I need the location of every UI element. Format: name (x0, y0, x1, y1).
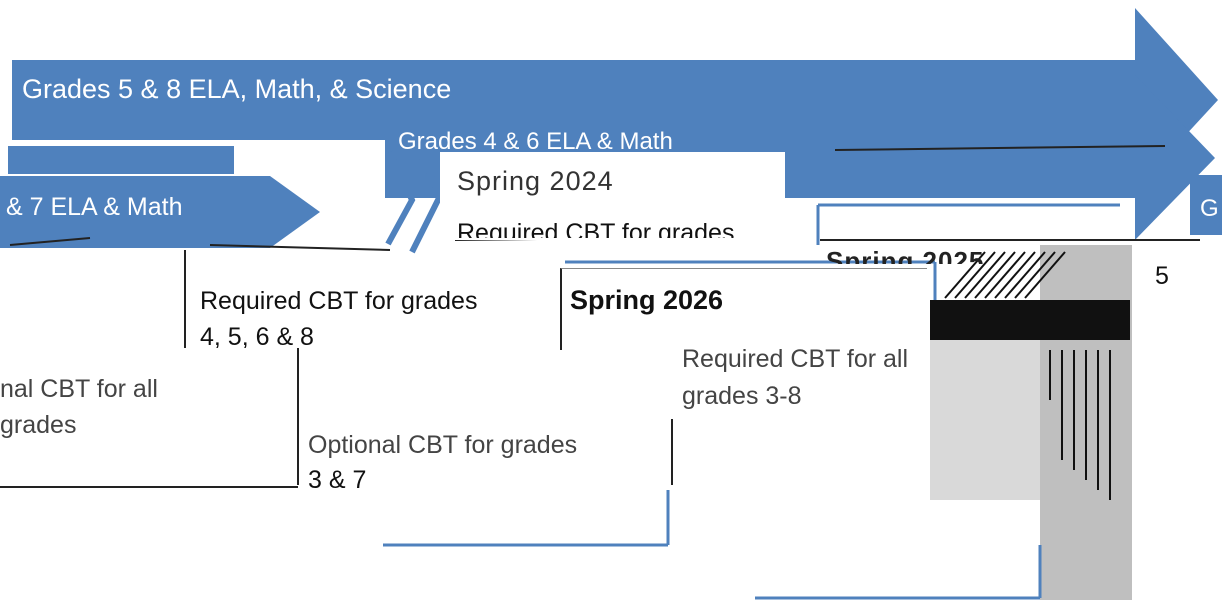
card-title-spring-2024: Spring 2024 (457, 166, 614, 196)
card-optional-all: nal CBT for all grades (0, 350, 296, 485)
card-text-optional-37-line2: 3 & 7 (308, 466, 367, 494)
card-text-required-4568-line1: Required CBT for grades (200, 287, 478, 315)
card-text-optional-all-line2: grades (0, 411, 77, 439)
card-required-4568: Required CBT for grades 4, 5, 6 & 8 (190, 270, 550, 348)
arrow-grades-3-7-top (8, 146, 234, 174)
card-text-spring-2026-line1: Required CBT for all (682, 345, 909, 373)
card-text-spring-2026-line2: grades 3-8 (682, 382, 802, 410)
dark-band (930, 300, 1130, 340)
card-text-optional-all-line1: nal CBT for all (0, 375, 158, 403)
arrow-label-grades-4-6: Grades 4 & 6 ELA & Math (398, 128, 673, 150)
card-optional-37: Optional CBT for grades 3 & 7 (300, 350, 670, 494)
arrow-label-right-g: G (1200, 195, 1219, 222)
card-title-spring-2026: Spring 2026 (570, 285, 724, 315)
arrow-label-grades-3-7: & 7 ELA & Math (6, 193, 183, 221)
card-text-required-4568-line2: 4, 5, 6 & 8 (200, 323, 314, 348)
card-spring-2024: Spring 2024 Required CBT for grades (445, 160, 785, 240)
card-text-spring-2024: Required CBT for grades (457, 219, 735, 238)
arrow-label-grades-5-8: Grades 5 & 8 ELA, Math, & Science (22, 74, 452, 104)
card-text-optional-37-line1: Optional CBT for grades (308, 431, 578, 459)
fragment-right-5: 5 (1155, 262, 1169, 290)
card-title-spring-2025: Spring 2025 (826, 246, 985, 264)
